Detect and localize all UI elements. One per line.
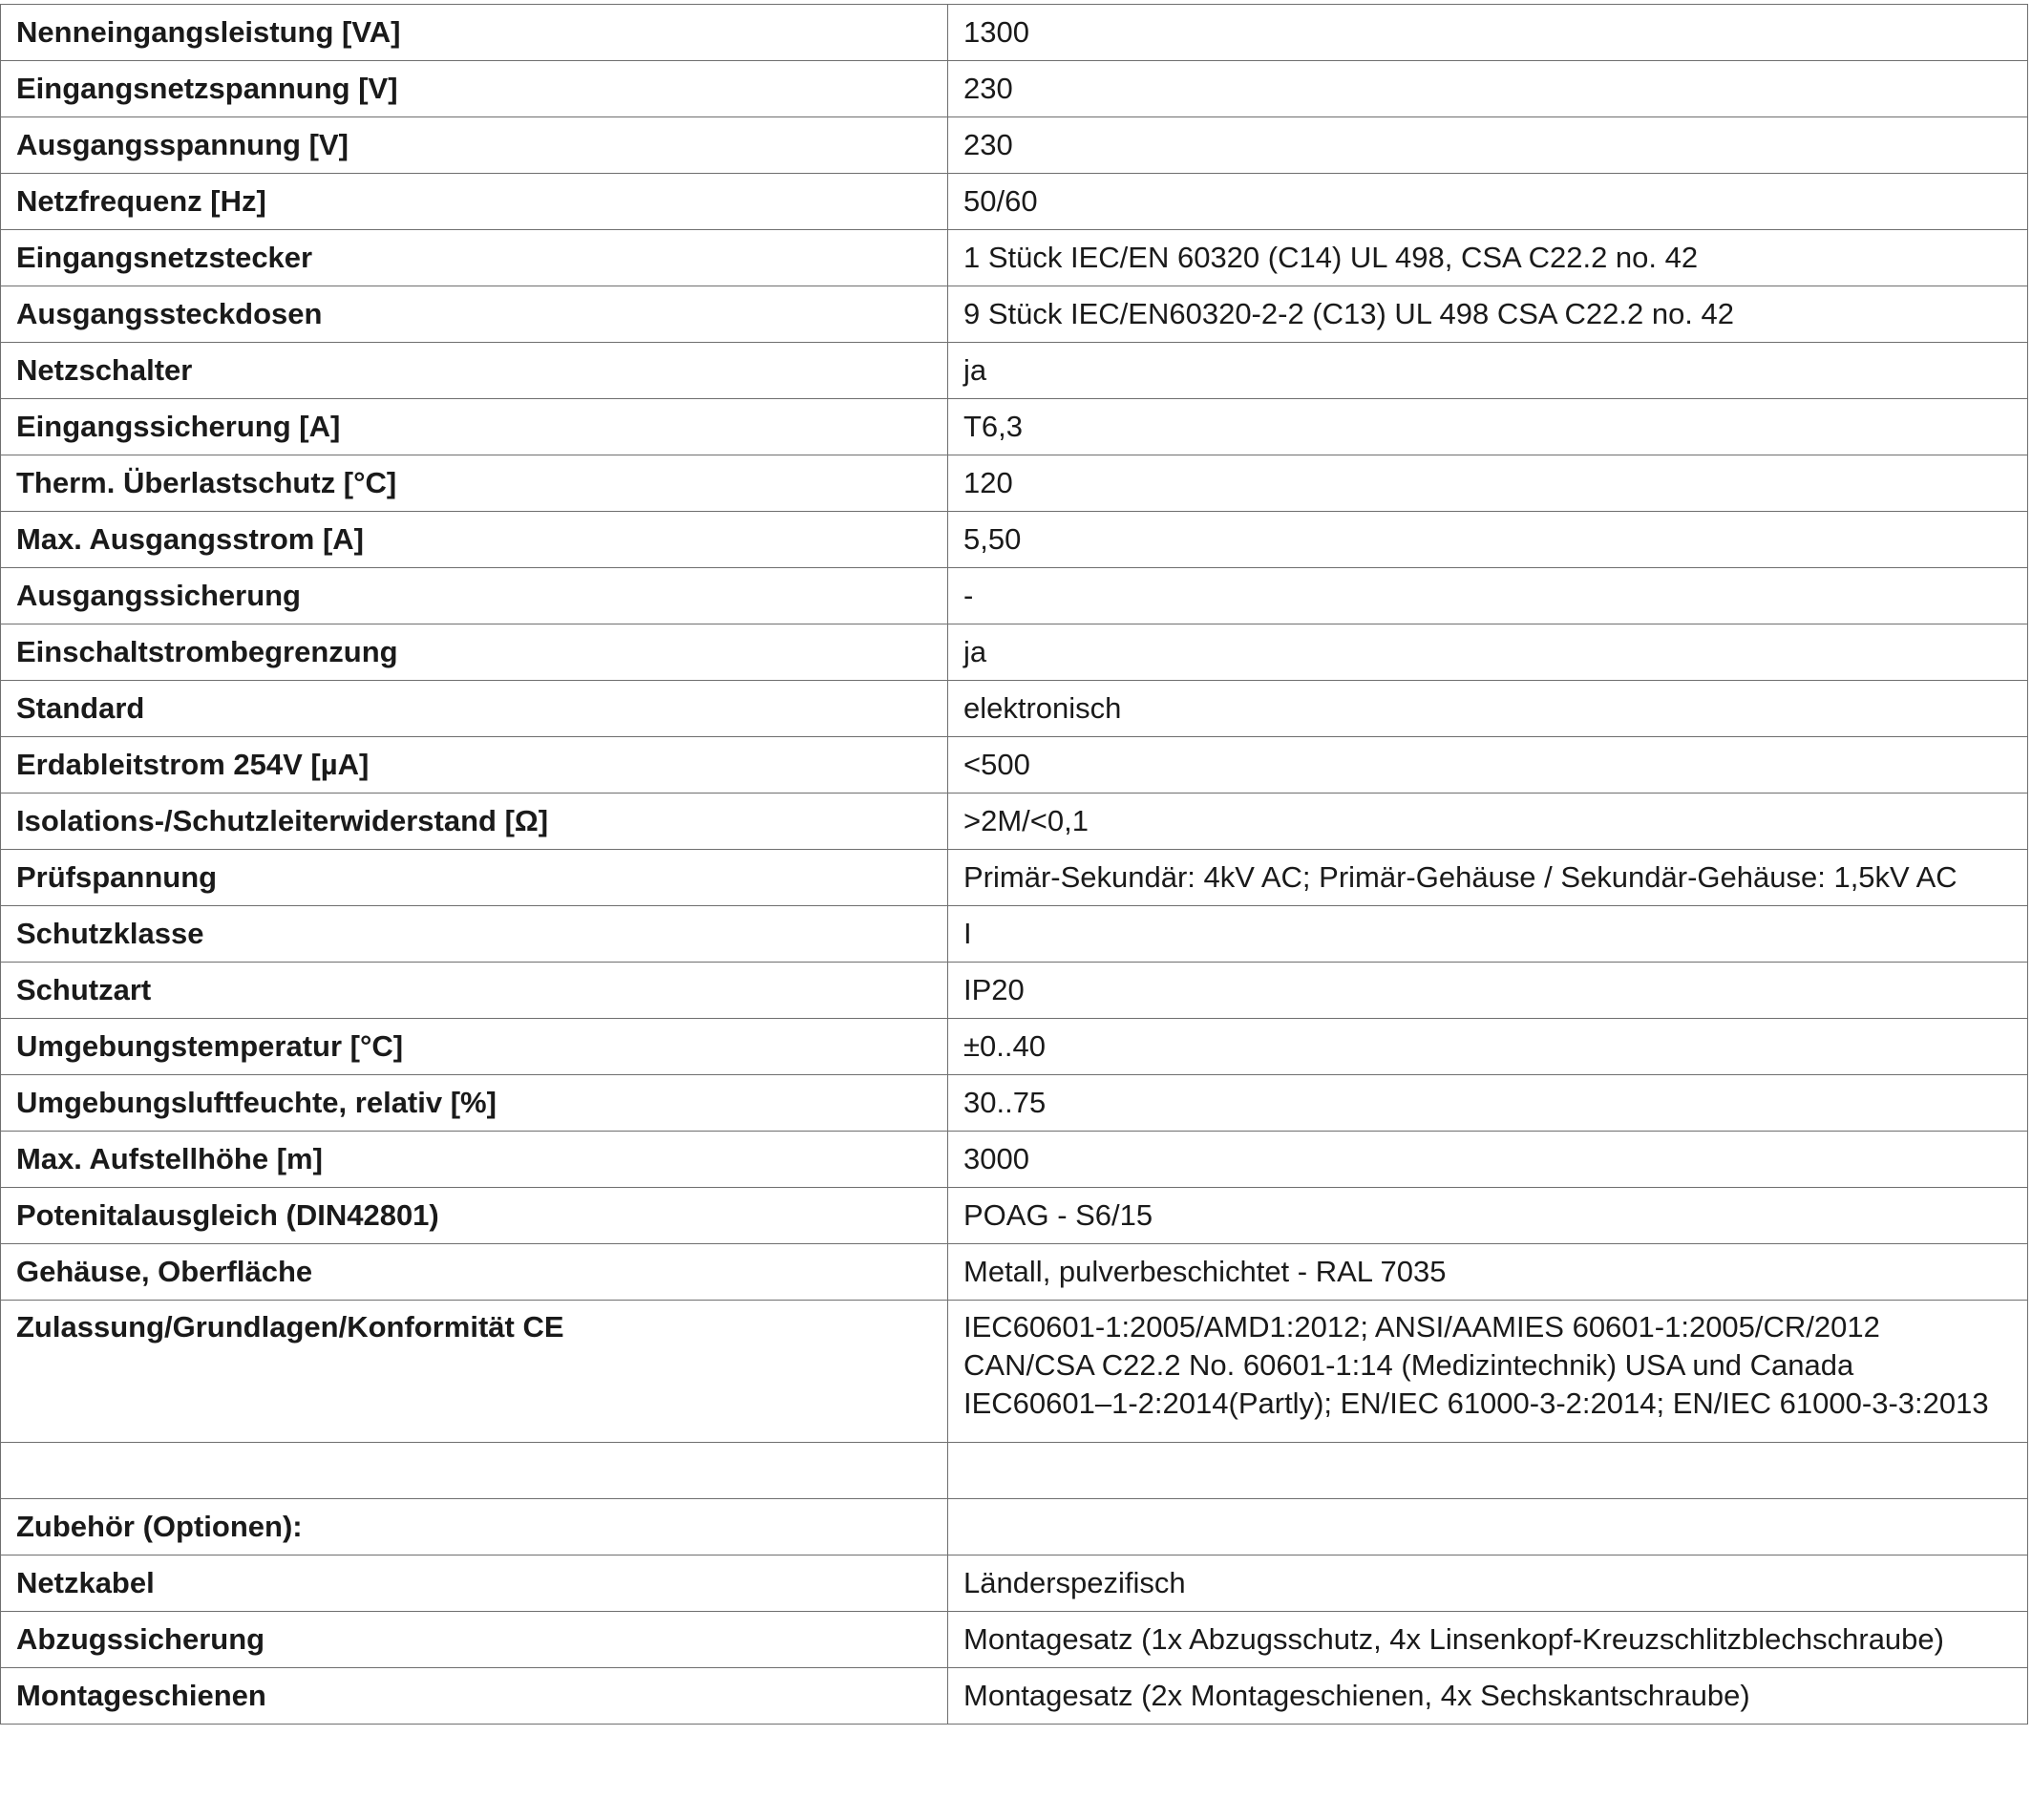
row-label: Gehäuse, Oberfläche xyxy=(0,1243,948,1301)
row-label: Ausgangssicherung xyxy=(0,567,948,624)
row-label: Prüfspannung xyxy=(0,849,948,906)
row-value: >2M/<0,1 xyxy=(947,793,2028,850)
table-row: Eingangsnetzspannung [V] 230 xyxy=(0,60,2028,117)
table-row: Netzschalter ja xyxy=(0,342,2028,399)
row-label: Schutzart xyxy=(0,962,948,1019)
row-value xyxy=(947,1442,2028,1499)
row-label: Montageschienen xyxy=(0,1667,948,1725)
row-value: T6,3 xyxy=(947,398,2028,455)
row-value: 120 xyxy=(947,455,2028,512)
row-label: Netzkabel xyxy=(0,1555,948,1612)
table-row-approval: Zulassung/Grundlagen/Konformität CE IEC6… xyxy=(0,1300,2028,1443)
approval-line: IEC60601-1:2005/AMD1:2012; ANSI/AAMIES 6… xyxy=(963,1310,1880,1344)
table-row: Ausgangssicherung - xyxy=(0,567,2028,624)
row-label: Umgebungsluftfeuchte, relativ [%] xyxy=(0,1074,948,1132)
table-row: Schutzklasse I xyxy=(0,905,2028,963)
table-row: Netzkabel Länderspezifisch xyxy=(0,1555,2028,1612)
table-row: Ausgangsspannung [V] 230 xyxy=(0,116,2028,174)
accessory-table-body: Netzkabel Länderspezifisch Abzugssicherung… xyxy=(0,1555,2028,1725)
row-label: Nenneingangsleistung [VA] xyxy=(0,4,948,61)
row-value: 30..75 xyxy=(947,1074,2028,1132)
row-value: 9 Stück IEC/EN60320-2-2 (C13) UL 498 CSA… xyxy=(947,286,2028,343)
row-value: 230 xyxy=(947,116,2028,174)
row-value: elektronisch xyxy=(947,680,2028,737)
table-row: Umgebungstemperatur [°C] ±0..40 xyxy=(0,1018,2028,1075)
row-value xyxy=(947,1498,2028,1555)
table-row: Nenneingangsleistung [VA] 1300 xyxy=(0,4,2028,61)
row-value: ja xyxy=(947,624,2028,681)
row-value: IP20 xyxy=(947,962,2028,1019)
table-row: Gehäuse, Oberfläche Metall, pulverbeschic… xyxy=(0,1243,2028,1301)
approval-line: CAN/CSA C22.2 No. 60601-1:14 (Medizintec… xyxy=(963,1348,1854,1382)
row-value: POAG - S6/15 xyxy=(947,1187,2028,1244)
table-row: Prüfspannung Primär-Sekundär: 4kV AC; Pri… xyxy=(0,849,2028,906)
row-label xyxy=(0,1442,948,1499)
row-label: Potenitalausgleich (DIN42801) xyxy=(0,1187,948,1244)
row-label: Erdableitstrom 254V [µA] xyxy=(0,736,948,794)
row-label: Abzugssicherung xyxy=(0,1611,948,1668)
table-row: Einschaltstrombegrenzung ja xyxy=(0,624,2028,681)
row-label: Ausgangsspannung [V] xyxy=(0,116,948,174)
row-label: Umgebungstemperatur [°C] xyxy=(0,1018,948,1075)
row-label: Netzschalter xyxy=(0,342,948,399)
row-label: Therm. Überlastschutz [°C] xyxy=(0,455,948,512)
table-row-empty xyxy=(0,1442,2028,1499)
row-value: I xyxy=(947,905,2028,963)
table-row: Isolations-/Schutzleiterwiderstand [Ω] >2… xyxy=(0,793,2028,850)
table-row: Max. Ausgangsstrom [A] 5,50 xyxy=(0,511,2028,568)
row-label: Eingangsnetzspannung [V] xyxy=(0,60,948,117)
table-row: Standard elektronisch xyxy=(0,680,2028,737)
row-label: Netzfrequenz [Hz] xyxy=(0,173,948,230)
table-row: Max. Aufstellhöhe [m] 3000 xyxy=(0,1131,2028,1188)
row-label: Schutzklasse xyxy=(0,905,948,963)
table-row: Eingangssicherung [A] T6,3 xyxy=(0,398,2028,455)
row-value: 50/60 xyxy=(947,173,2028,230)
row-label: Max. Ausgangsstrom [A] xyxy=(0,511,948,568)
row-value: 1 Stück IEC/EN 60320 (C14) UL 498, CSA C… xyxy=(947,229,2028,286)
row-label: Max. Aufstellhöhe [m] xyxy=(0,1131,948,1188)
approval-section: Zulassung/Grundlagen/Konformität CE IEC6… xyxy=(0,1300,2028,1555)
row-value: Montagesatz (2x Montageschienen, 4x Sech… xyxy=(947,1667,2028,1725)
table-row: Umgebungsluftfeuchte, relativ [%] 30..75 xyxy=(0,1074,2028,1132)
table-row: Abzugssicherung Montagesatz (1x Abzugssch… xyxy=(0,1611,2028,1668)
table-row: Netzfrequenz [Hz] 50/60 xyxy=(0,173,2028,230)
spec-table-body: Nenneingangsleistung [VA] 1300 Eingangsnet… xyxy=(0,4,2028,1301)
row-value: Metall, pulverbeschichtet - RAL 7035 xyxy=(947,1243,2028,1301)
row-value: - xyxy=(947,567,2028,624)
row-value: <500 xyxy=(947,736,2028,794)
approval-value: IEC60601-1:2005/AMD1:2012; ANSI/AAMIES 6… xyxy=(947,1300,2028,1443)
row-value: Länderspezifisch xyxy=(947,1555,2028,1612)
table-row: Schutzart IP20 xyxy=(0,962,2028,1019)
row-label: Einschaltstrombegrenzung xyxy=(0,624,948,681)
row-label: Eingangssicherung [A] xyxy=(0,398,948,455)
row-value: 230 xyxy=(947,60,2028,117)
row-label: Eingangsnetzstecker xyxy=(0,229,948,286)
row-value: Primär-Sekundär: 4kV AC; Primär-Gehäuse … xyxy=(947,849,2028,906)
row-value: ja xyxy=(947,342,2028,399)
row-value: ±0..40 xyxy=(947,1018,2028,1075)
row-label: Standard xyxy=(0,680,948,737)
table-row: Ausgangssteckdosen 9 Stück IEC/EN60320-2-… xyxy=(0,286,2028,343)
approval-line: IEC60601–1-2:2014(Partly); EN/IEC 61000-… xyxy=(963,1386,1989,1420)
row-value: 1300 xyxy=(947,4,2028,61)
row-value: 5,50 xyxy=(947,511,2028,568)
accessories-heading: Zubehör (Optionen): xyxy=(0,1498,948,1555)
row-label: Zulassung/Grundlagen/Konformität CE xyxy=(0,1300,948,1443)
table-row: Therm. Überlastschutz [°C] 120 xyxy=(0,455,2028,512)
row-value: Montagesatz (1x Abzugsschutz, 4x Linsenk… xyxy=(947,1611,2028,1668)
table-row-accessories-header: Zubehör (Optionen): xyxy=(0,1498,2028,1555)
row-label: Ausgangssteckdosen xyxy=(0,286,948,343)
table-row: Eingangsnetzstecker 1 Stück IEC/EN 60320 … xyxy=(0,229,2028,286)
spec-table: Nenneingangsleistung [VA] 1300 Eingangsnet… xyxy=(0,4,2028,1725)
row-value: 3000 xyxy=(947,1131,2028,1188)
table-row: Potenitalausgleich (DIN42801) POAG - S6/1… xyxy=(0,1187,2028,1244)
table-row: Montageschienen Montagesatz (2x Montagesc… xyxy=(0,1667,2028,1725)
row-label: Isolations-/Schutzleiterwiderstand [Ω] xyxy=(0,793,948,850)
table-row: Erdableitstrom 254V [µA] <500 xyxy=(0,736,2028,794)
